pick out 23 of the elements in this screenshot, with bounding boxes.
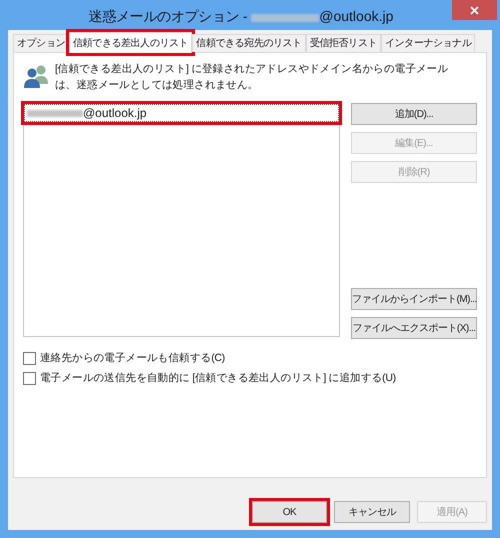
- checkbox[interactable]: [23, 352, 36, 366]
- file-button[interactable]: ファイルからインポート(M)...: [351, 288, 477, 310]
- window-title: 迷惑メールのオプション -: [88, 7, 248, 26]
- tab[interactable]: インターナショナル: [381, 34, 476, 52]
- checkbox[interactable]: [23, 372, 36, 386]
- dialog-button[interactable]: OK: [252, 501, 327, 523]
- tab[interactable]: 信頼できる宛先のリスト: [192, 34, 306, 52]
- tab[interactable]: 信頼できる差出人のリスト: [69, 32, 192, 53]
- checkbox-label: 電子メールの送信先を自動的に [信頼できる差出人のリスト] に追加する(U): [40, 370, 396, 386]
- checkbox-label: 連絡先からの電子メールも信頼する(C): [40, 351, 225, 366]
- dialog-button[interactable]: キャンセル: [334, 501, 410, 523]
- action-button[interactable]: 追加(D)...: [351, 103, 477, 125]
- description-text: [信頼できる差出人のリスト] に登録されたアドレスやドメイン名からの電子メールは、迷惑メールとしては処理されません。: [55, 62, 450, 93]
- redaction-mark: [251, 14, 320, 22]
- tab[interactable]: 受信拒否リスト: [306, 34, 382, 52]
- close-button[interactable]: [452, 0, 497, 20]
- people-icon: [23, 64, 49, 88]
- list-item[interactable]: @outlook.jp: [24, 104, 339, 122]
- window-title: @outlook.jp: [319, 7, 394, 26]
- close-icon: [470, 6, 479, 14]
- redaction-mark: [27, 110, 83, 116]
- file-button[interactable]: ファイルへエクスポート(X)...: [351, 317, 477, 339]
- email-address: @outlook.jp: [83, 105, 147, 122]
